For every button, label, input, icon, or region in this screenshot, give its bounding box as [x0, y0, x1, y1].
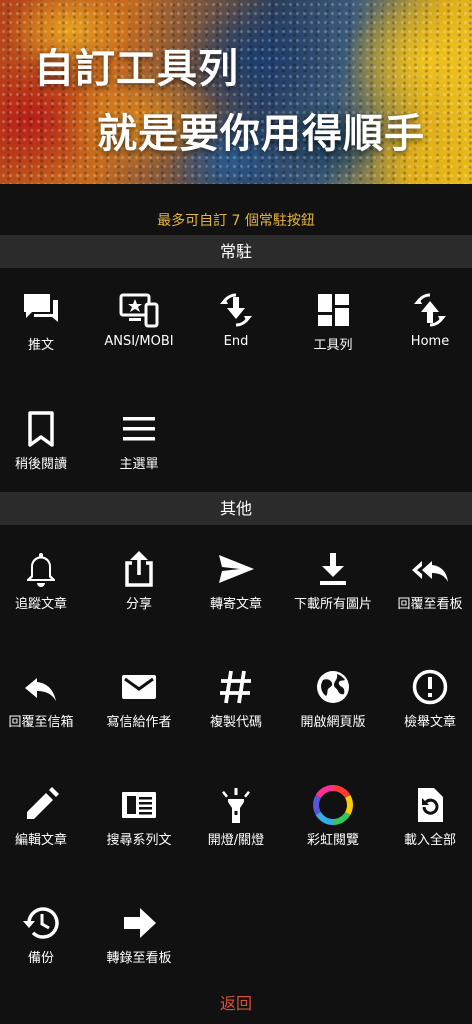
- section-header-pinned: 常駐: [0, 235, 472, 268]
- other-item-label: 回覆至看板: [397, 597, 463, 612]
- other-item-label: 開燈/關燈: [207, 833, 265, 848]
- flashlight-icon: [222, 788, 250, 823]
- other-item-label: 轉寄文章: [209, 597, 262, 612]
- other-item-open-web[interactable]: 開啟網頁版: [286, 667, 380, 730]
- pinned-item-main-menu[interactable]: 主選單: [92, 409, 186, 472]
- article-icon: [122, 792, 156, 818]
- pinned-item-label: End: [223, 334, 249, 349]
- pencil-icon: [27, 787, 59, 819]
- other-item-copy-code[interactable]: 複製代碼: [189, 667, 283, 730]
- globe-icon: [317, 671, 349, 703]
- pinned-item-comment[interactable]: 推文: [0, 290, 88, 353]
- other-item-follow[interactable]: 追蹤文章: [0, 549, 88, 612]
- other-item-reply-board[interactable]: 回覆至看板: [383, 549, 472, 612]
- pinned-item-label: ANSI/MOBI: [104, 334, 174, 349]
- bell-icon: [27, 553, 55, 587]
- hero-subtitle: 就是要你用得順手: [97, 111, 425, 157]
- other-item-label: 編輯文章: [14, 833, 67, 848]
- comment-icon: [24, 294, 58, 322]
- pinned-item-label: 工具列: [313, 338, 353, 353]
- pinned-item-ansi-mobi[interactable]: ANSI/MOBI: [92, 290, 186, 349]
- menu-icon: [123, 417, 155, 441]
- other-item-label: 檢舉文章: [403, 715, 456, 730]
- other-item-label: 載入全部: [403, 833, 456, 848]
- other-item-mail-author[interactable]: 寫信給作者: [92, 667, 186, 730]
- other-item-label: 複製代碼: [209, 715, 262, 730]
- other-item-search-series[interactable]: 搜尋系列文: [92, 785, 186, 848]
- reply-icon: [25, 678, 56, 701]
- scroll-home-icon: [414, 293, 446, 327]
- other-item-edit[interactable]: 編輯文章: [0, 785, 88, 848]
- other-item-label: 備份: [27, 951, 54, 966]
- other-item-reply-mail[interactable]: 回覆至信箱: [0, 667, 88, 730]
- pinned-item-end[interactable]: End: [189, 290, 283, 349]
- other-item-forward[interactable]: 轉寄文章: [189, 549, 283, 612]
- other-item-rainbow-read[interactable]: 彩虹閱覽: [286, 785, 380, 848]
- hashtag-icon: [220, 670, 251, 704]
- other-item-report[interactable]: 檢舉文章: [383, 667, 472, 730]
- other-item-label: 追蹤文章: [14, 597, 67, 612]
- pinned-item-toolbar[interactable]: 工具列: [286, 290, 380, 353]
- pinned-item-label: Home: [410, 334, 450, 349]
- other-item-backup[interactable]: 備份: [0, 903, 88, 966]
- other-item-light-toggle[interactable]: 開燈/關燈: [189, 785, 283, 848]
- other-item-label: 分享: [125, 597, 152, 612]
- reload-file-icon: [418, 788, 443, 822]
- other-item-label: 轉錄至看板: [106, 951, 172, 966]
- other-item-label: 回覆至信箱: [8, 715, 74, 730]
- section-header-other: 其他: [0, 492, 472, 525]
- hero-banner: 自訂工具列 就是要你用得順手: [0, 0, 472, 184]
- other-item-label: 下載所有圖片: [293, 597, 372, 612]
- download-icon: [320, 553, 346, 585]
- other-item-label: 開啟網頁版: [300, 715, 366, 730]
- other-item-download-images[interactable]: 下載所有圖片: [286, 549, 380, 612]
- other-item-label: 搜尋系列文: [106, 833, 172, 848]
- dashboard-icon: [318, 294, 349, 326]
- mail-icon: [122, 675, 156, 699]
- other-item-label: 寫信給作者: [106, 715, 172, 730]
- bookmark-icon: [28, 411, 54, 447]
- other-item-load-all[interactable]: 載入全部: [383, 785, 472, 848]
- desktop-mobile-icon: [119, 293, 159, 328]
- scroll-end-icon: [220, 293, 252, 327]
- alert-icon: [412, 669, 448, 705]
- history-icon: [23, 907, 59, 939]
- pinned-item-read-later[interactable]: 稍後閱讀: [0, 409, 88, 472]
- send-icon: [219, 555, 254, 583]
- limit-note: 最多可自訂 7 個常駐按鈕: [157, 213, 315, 229]
- pinned-item-home[interactable]: Home: [383, 290, 472, 349]
- hero-title: 自訂工具列: [34, 46, 239, 92]
- rainbow-ring-icon: [313, 785, 353, 825]
- other-item-share[interactable]: 分享: [92, 549, 186, 612]
- other-item-repost[interactable]: 轉錄至看板: [92, 903, 186, 966]
- pinned-item-label: 主選單: [119, 457, 159, 472]
- arrow-right-icon: [124, 908, 156, 938]
- pinned-item-label: 推文: [27, 338, 54, 353]
- back-button[interactable]: 返回: [0, 990, 472, 1014]
- other-item-label: 彩虹閱覽: [306, 833, 359, 848]
- share-icon: [125, 551, 153, 587]
- reply-all-icon: [412, 561, 448, 582]
- pinned-item-label: 稍後閱讀: [14, 457, 67, 472]
